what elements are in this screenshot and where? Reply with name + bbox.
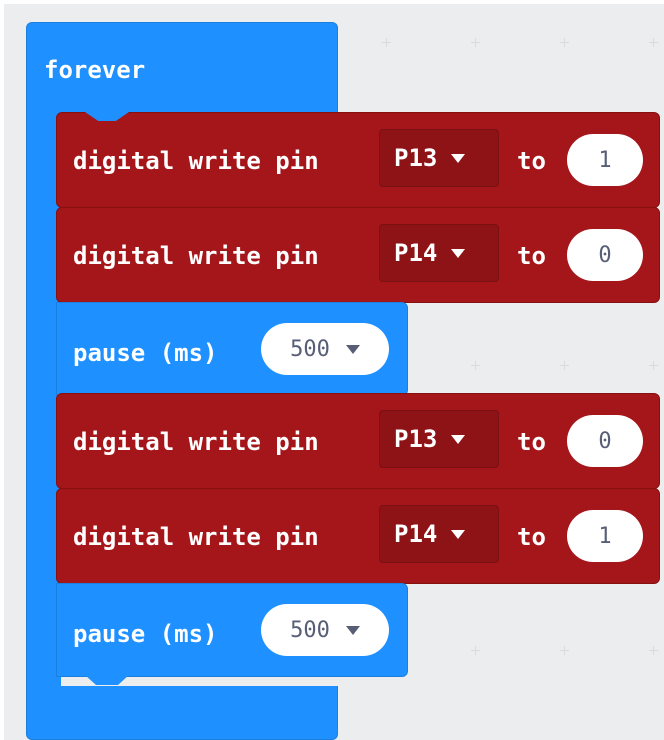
grid-mark (649, 361, 658, 370)
forever-label: forever (44, 56, 146, 84)
block-notch (85, 112, 129, 121)
digital-write-block[interactable]: digital write pin P14 to 0 (56, 207, 660, 311)
pin-dropdown[interactable]: P13 (379, 129, 499, 187)
forever-block-foot[interactable] (26, 686, 338, 740)
pause-duration-value: 500 (290, 336, 330, 362)
digital-write-label: digital write pin (73, 242, 319, 270)
pin-value: P14 (394, 239, 438, 267)
pin-value: P14 (394, 520, 438, 548)
grid-mark (649, 646, 658, 655)
pause-duration-dropdown[interactable]: 500 (261, 323, 389, 375)
digital-write-block[interactable]: digital write pin P13 to 0 (56, 393, 660, 497)
to-label: to (517, 242, 546, 270)
pause-label: pause (ms) (73, 339, 218, 367)
dropdown-arrow-icon (345, 344, 360, 354)
dropdown-arrow-icon (451, 248, 466, 258)
digital-write-label: digital write pin (73, 147, 319, 175)
grid-mark (471, 361, 480, 370)
grid-mark (382, 38, 391, 47)
value-input[interactable]: 0 (567, 415, 643, 467)
pin-dropdown[interactable]: P14 (379, 505, 499, 563)
digital-write-block[interactable]: digital write pin P13 to 1 (56, 112, 660, 216)
to-label: to (517, 147, 546, 175)
digital-write-label: digital write pin (73, 523, 319, 551)
block-notch (85, 675, 129, 685)
grid-mark (471, 38, 480, 47)
pin-dropdown[interactable]: P13 (379, 410, 499, 468)
dropdown-arrow-icon (451, 153, 466, 163)
pause-block[interactable]: pause (ms) 500 (56, 302, 408, 404)
pin-dropdown[interactable]: P14 (379, 224, 499, 282)
grid-mark (560, 646, 569, 655)
dropdown-arrow-icon (451, 529, 466, 539)
pause-duration-dropdown[interactable]: 500 (261, 604, 389, 656)
pause-duration-value: 500 (290, 617, 330, 643)
blocks-workspace[interactable]: forever digital write pin P13 to 1 digit… (4, 4, 664, 740)
pin-value: P13 (394, 144, 438, 172)
value-input[interactable]: 1 (567, 510, 643, 562)
digital-write-label: digital write pin (73, 428, 319, 456)
pause-label: pause (ms) (73, 620, 218, 648)
grid-mark (471, 646, 480, 655)
grid-mark (560, 361, 569, 370)
pin-value: P13 (394, 425, 438, 453)
dropdown-arrow-icon (451, 434, 466, 444)
digital-write-block[interactable]: digital write pin P14 to 1 (56, 488, 660, 592)
grid-mark (649, 38, 658, 47)
grid-mark (560, 38, 569, 47)
to-label: to (517, 523, 546, 551)
dropdown-arrow-icon (345, 625, 360, 635)
pause-block[interactable]: pause (ms) 500 (56, 583, 408, 685)
value-input[interactable]: 1 (567, 134, 643, 186)
value-input[interactable]: 0 (567, 229, 643, 281)
to-label: to (517, 428, 546, 456)
